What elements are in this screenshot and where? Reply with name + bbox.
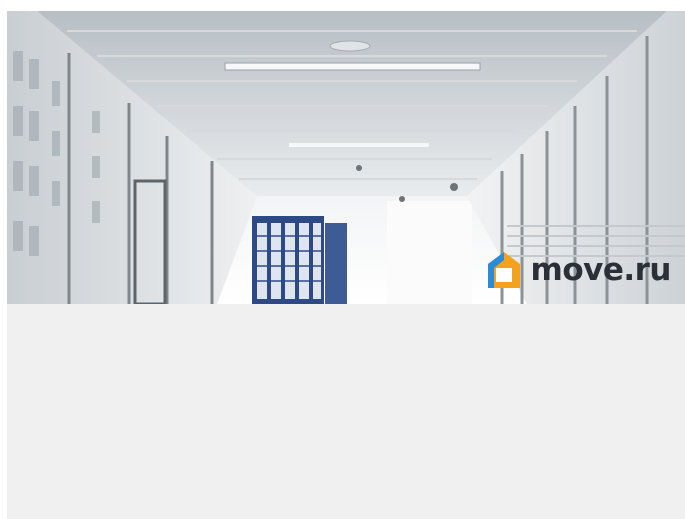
brand-logo[interactable]: move.ru — [486, 250, 672, 290]
brand-name: move.ru — [530, 251, 672, 288]
house-logo-icon — [486, 250, 522, 290]
content-placeholder — [7, 304, 685, 519]
article-card[interactable]: move.ru — [7, 11, 685, 519]
office-corridor-photo[interactable]: move.ru — [7, 11, 685, 304]
